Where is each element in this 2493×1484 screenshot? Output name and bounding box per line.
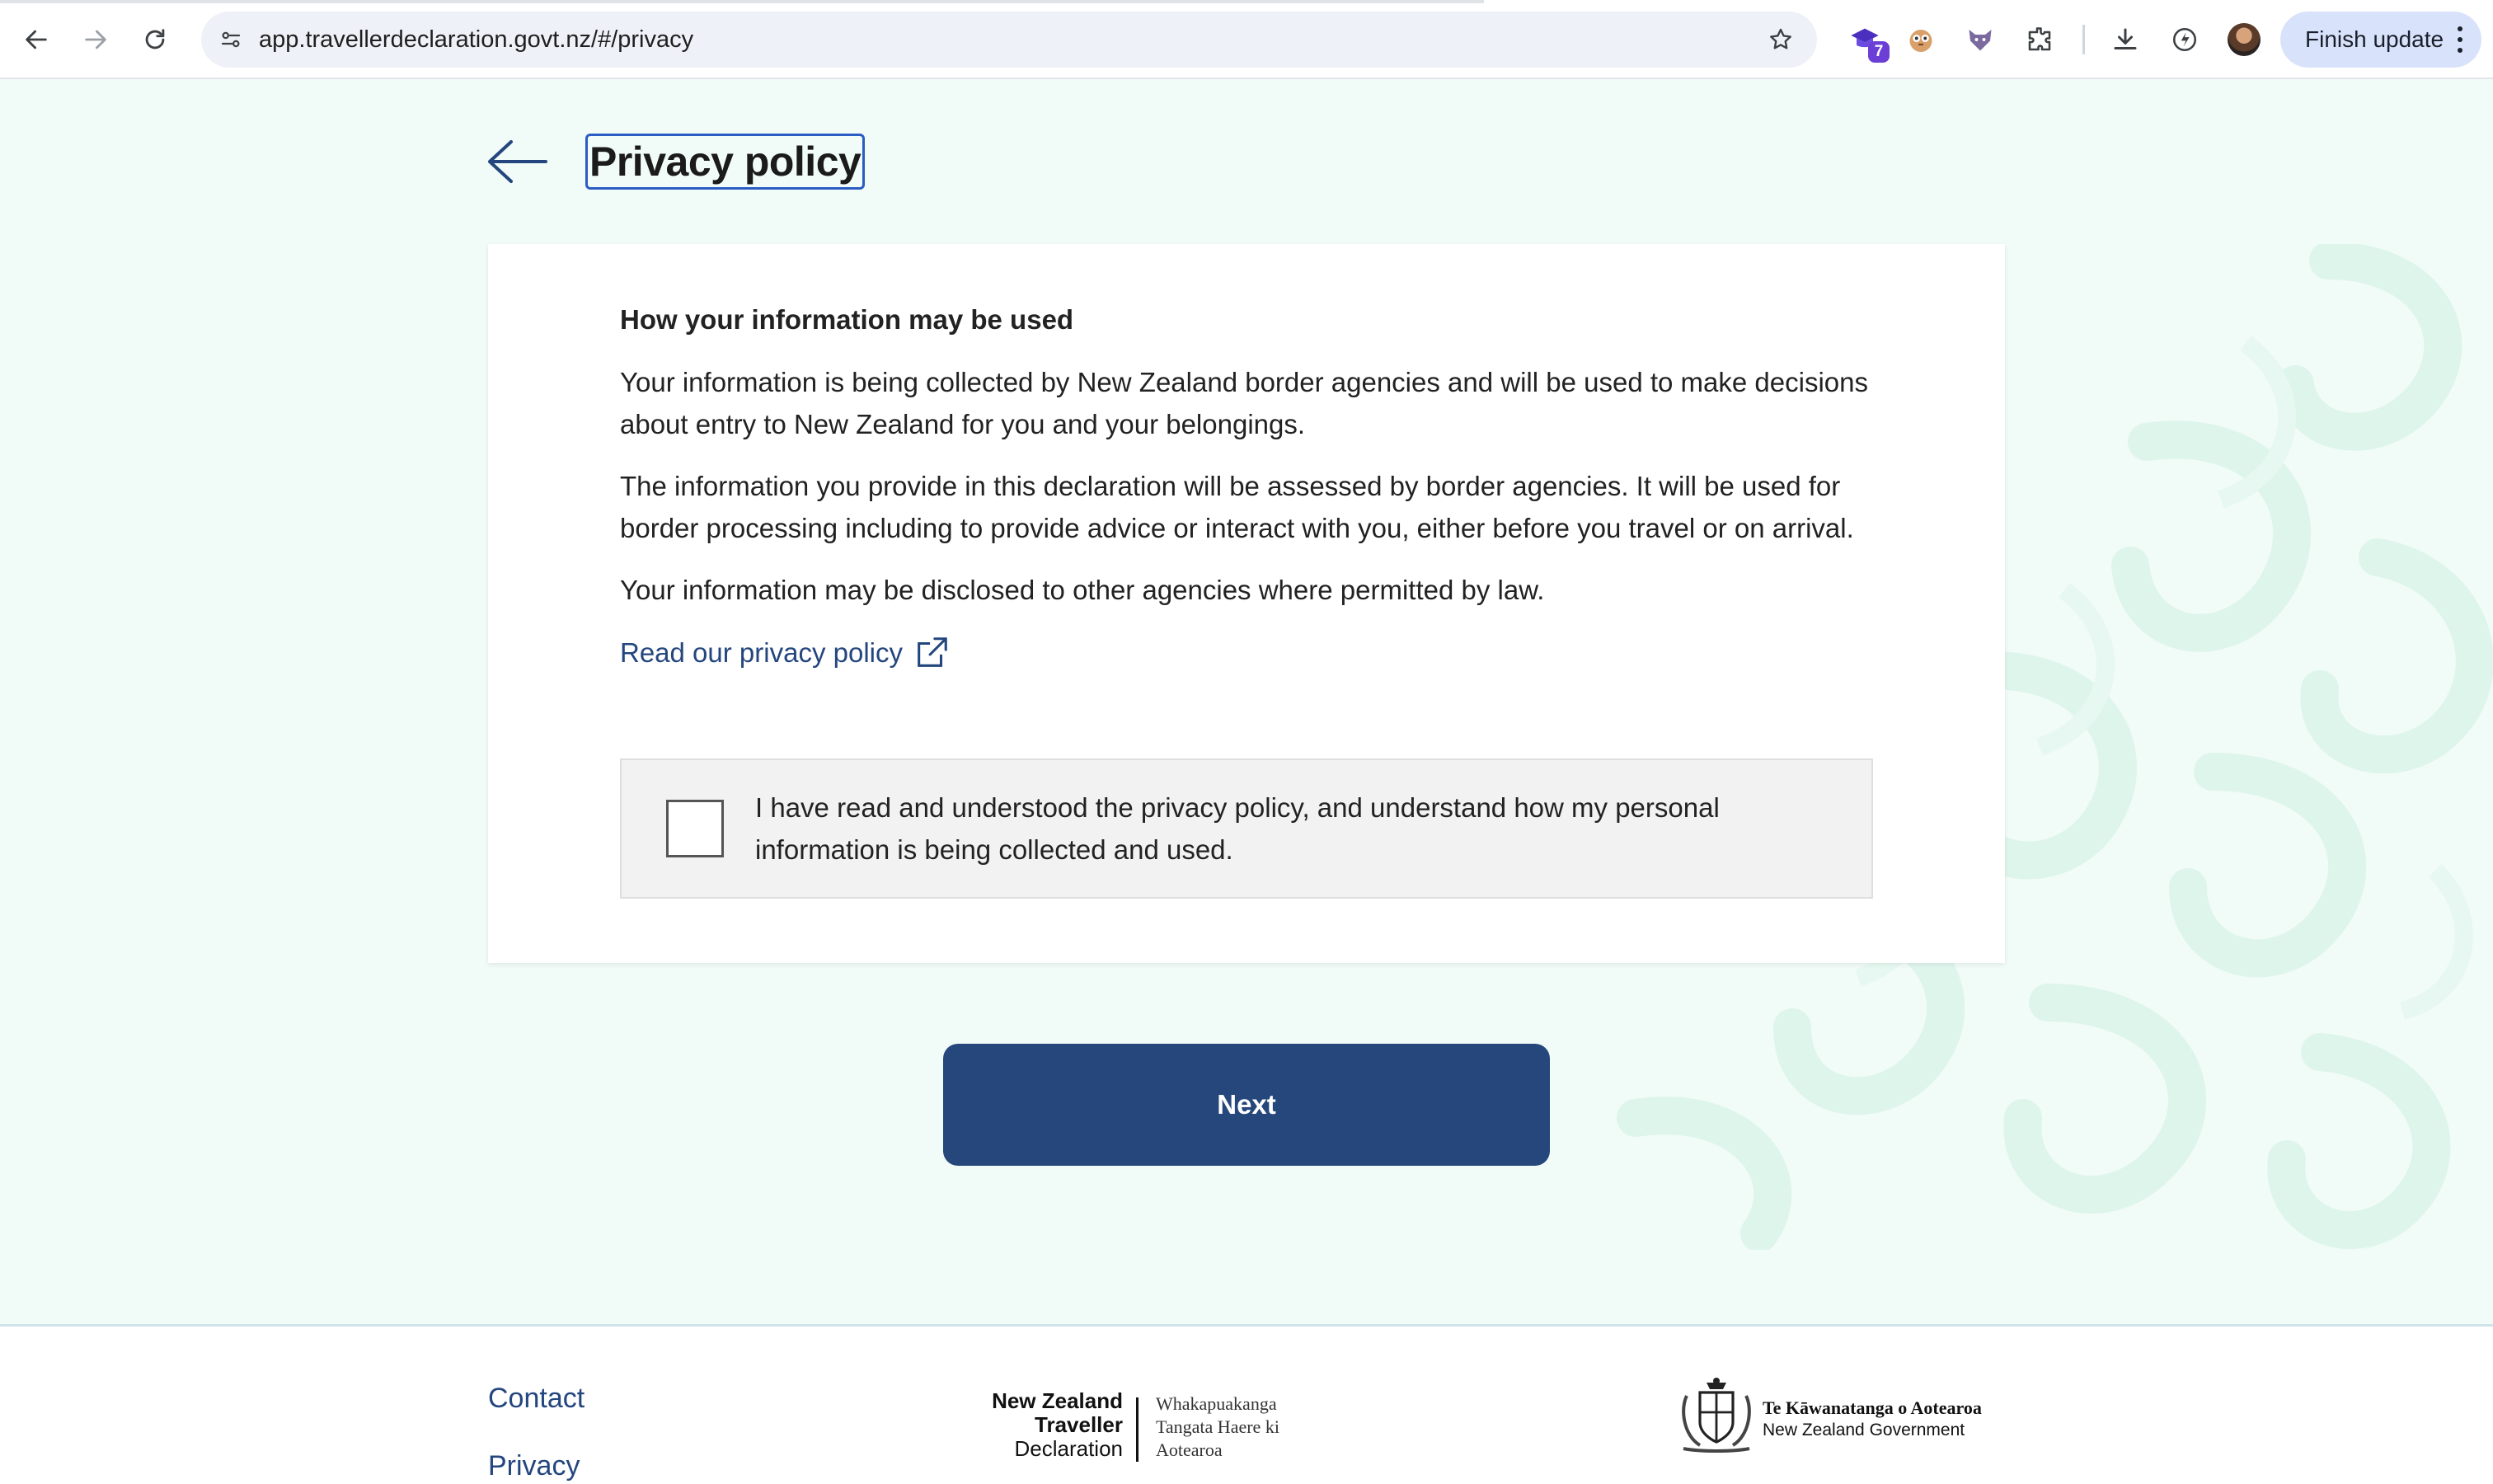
consent-checkbox-container[interactable]: I have read and understood the privacy p… <box>620 758 1873 899</box>
performance-icon[interactable] <box>2165 20 2204 59</box>
site-info-icon[interactable] <box>214 23 247 56</box>
privacy-link-label: Read our privacy policy <box>620 637 903 668</box>
page-content: Privacy policy How your information may … <box>0 79 2493 1484</box>
browser-back-button[interactable] <box>15 18 58 61</box>
page-title: Privacy policy <box>585 134 866 190</box>
extension-graduation-cap-icon[interactable]: 7 <box>1845 20 1890 63</box>
govt-logo-maori: Te Kāwanatanga o Aotearoa <box>1763 1397 1982 1418</box>
url-text[interactable]: app.travellerdeclaration.govt.nz/#/priva… <box>259 12 693 68</box>
external-link-icon <box>918 637 947 667</box>
forward-arrow-icon <box>85 30 106 49</box>
nz-traveller-declaration-logo: New Zealand Traveller Declaration Whakap… <box>986 1389 1291 1465</box>
back-arrow-icon[interactable] <box>486 139 547 185</box>
browser-forward-button[interactable] <box>74 18 117 61</box>
paragraph-assessment: The information you provide in this decl… <box>620 471 1854 543</box>
paragraph-disclosure: Your information may be disclosed to oth… <box>620 575 1545 605</box>
next-button-label: Next <box>1217 1089 1276 1120</box>
footer: Contact Privacy New Zealand Traveller De… <box>0 1324 2493 1484</box>
download-icon[interactable] <box>2106 20 2145 59</box>
nztd-english-text: New Zealand Traveller Declaration <box>992 1388 1123 1461</box>
back-arrow-icon <box>26 30 47 49</box>
footer-privacy-link[interactable]: Privacy <box>488 1450 580 1482</box>
logo-divider <box>1136 1397 1139 1462</box>
page-load-progress <box>0 0 1484 3</box>
extension-badge-count: 7 <box>1868 41 1890 63</box>
extension-puzzle-icon[interactable] <box>2020 20 2059 59</box>
consent-label[interactable]: I have read and understood the privacy p… <box>755 787 1810 871</box>
extension-owl-icon[interactable] <box>1901 20 1941 59</box>
more-menu-icon <box>2457 26 2463 53</box>
nztd-maori-text: Whakapuakanga Tangata Haere ki Aotearoa <box>1156 1393 1279 1460</box>
paragraph-collection: Your information is being collected by N… <box>620 367 1868 439</box>
browser-toolbar: app.travellerdeclaration.govt.nz/#/priva… <box>0 0 2493 79</box>
finish-update-label: Finish update <box>2305 26 2444 52</box>
govt-logo-english: New Zealand Government <box>1763 1421 1965 1439</box>
reload-icon <box>145 29 165 49</box>
footer-contact-link[interactable]: Contact <box>488 1383 585 1415</box>
profile-avatar[interactable] <box>2228 23 2261 56</box>
finish-update-button[interactable]: Finish update <box>2280 12 2481 68</box>
read-privacy-policy-link[interactable]: Read our privacy policy <box>620 632 951 674</box>
address-bar[interactable]: app.travellerdeclaration.govt.nz/#/priva… <box>201 12 1817 68</box>
consent-checkbox[interactable] <box>666 800 724 857</box>
bookmark-star-icon[interactable] <box>1764 23 1797 56</box>
govt-crest-icon <box>1682 1378 1751 1453</box>
section-heading: How your information may be used <box>620 304 1074 335</box>
next-button[interactable]: Next <box>943 1044 1550 1166</box>
extension-fox-icon[interactable] <box>1960 20 2000 59</box>
privacy-card: How your information may be used Your in… <box>488 244 2005 963</box>
toolbar-divider <box>2082 25 2085 54</box>
browser-reload-button[interactable] <box>134 18 176 61</box>
